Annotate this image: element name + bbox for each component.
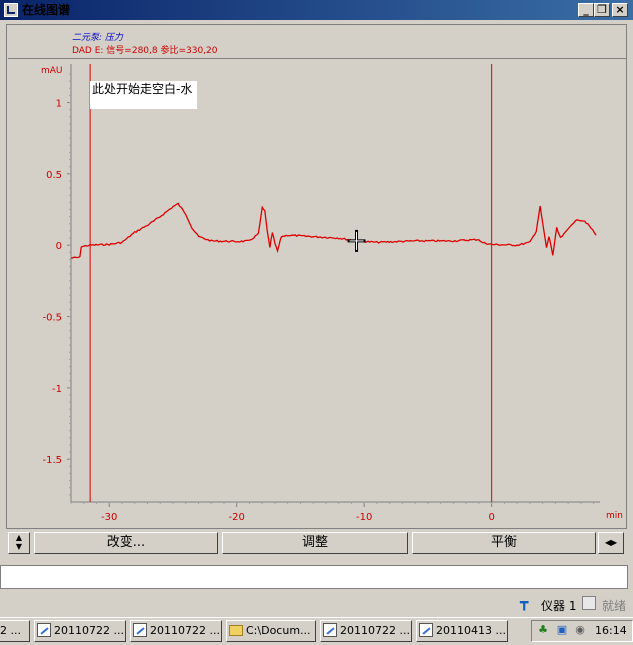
taskbar-item-4[interactable]: 20110722 ...	[320, 620, 412, 642]
x-tick-label: 0	[488, 512, 494, 523]
y-tick-label: 0.5	[46, 170, 62, 181]
status-bar	[0, 591, 633, 615]
network-icon[interactable]: ♣	[536, 623, 550, 637]
instrument-icon: ┳	[520, 595, 529, 611]
folder-icon	[229, 625, 243, 636]
ready-status: 就绪	[602, 599, 627, 613]
horizontal-scroll-arrows[interactable]: ◀▶	[598, 532, 624, 554]
chromatogram-chart[interactable]: mAU min 1 0.5 0 -0.5 -1 -1.5 -30 -20 -10 0	[0, 0, 633, 530]
document-icon	[133, 623, 147, 637]
connection-icon[interactable]: ▣	[555, 623, 569, 637]
x-tick-label: -20	[229, 512, 245, 523]
document-icon	[419, 623, 433, 637]
y-tick-label: 0	[56, 241, 62, 252]
settings-icon[interactable]: ◉	[573, 623, 587, 637]
x-tick-label: -10	[356, 512, 372, 523]
message-area	[0, 565, 628, 589]
adjust-button[interactable]: 调整	[222, 532, 408, 554]
document-icon	[37, 623, 51, 637]
scroll-spinner[interactable]: ▲ ▼	[8, 532, 30, 554]
taskbar-item-0[interactable]: 22 ...	[0, 620, 30, 642]
ready-status-icon	[582, 596, 596, 610]
x-tick-label: -30	[101, 512, 117, 523]
annotation-label: 此处开始走空白-水	[90, 81, 197, 109]
taskbar-item-2[interactable]: 20110722 ...	[130, 620, 222, 642]
instrument-status: 仪器 1	[541, 599, 577, 613]
taskbar-item-1[interactable]: 20110722 ...	[34, 620, 126, 642]
y-tick-label: -1.5	[42, 455, 62, 466]
y-tick-label: -1	[52, 384, 62, 395]
taskbar-item-5[interactable]: 20110413 ...	[416, 620, 508, 642]
y-axis-unit: mAU	[41, 66, 63, 76]
balance-button[interactable]: 平衡	[412, 532, 596, 554]
taskbar-item-3[interactable]: C:\Docum...	[226, 620, 316, 642]
document-icon	[323, 623, 337, 637]
y-tick-label: 1	[56, 99, 62, 110]
signal-trace	[71, 202, 597, 259]
change-button[interactable]: 改变...	[34, 532, 218, 554]
y-tick-label: -0.5	[42, 313, 62, 324]
x-axis-unit: min	[606, 511, 623, 521]
clock: 16:14	[595, 624, 627, 637]
